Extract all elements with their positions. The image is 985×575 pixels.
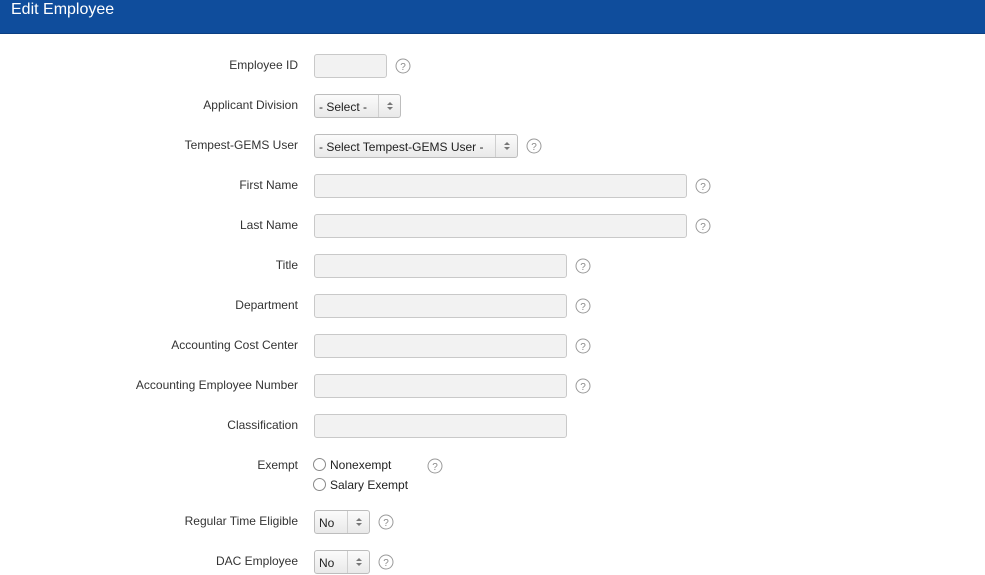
svg-text:?: ?	[580, 382, 586, 393]
employee-id-row: Employee ID ?	[0, 53, 985, 79]
svg-text:?: ?	[700, 222, 706, 233]
radio-nonexempt-label: Nonexempt	[330, 458, 392, 472]
tempest-user-label: Tempest-GEMS User	[184, 138, 298, 152]
title-row: Title ?	[0, 253, 985, 279]
tempest-user-select[interactable]: - Select Tempest-GEMS User -	[314, 134, 518, 158]
radio-salary-exempt-label: Salary Exempt	[330, 478, 409, 492]
classification-row: Classification	[0, 413, 985, 439]
first-name-label: First Name	[239, 178, 298, 192]
svg-text:?: ?	[580, 262, 586, 273]
help-icon[interactable]: ?	[575, 338, 591, 354]
tempest-user-selected: - Select Tempest-GEMS User -	[319, 140, 484, 154]
help-icon[interactable]: ?	[378, 554, 394, 570]
title-input[interactable]	[314, 254, 567, 278]
first-name-input[interactable]	[314, 174, 687, 198]
svg-text:?: ?	[580, 342, 586, 353]
help-icon[interactable]: ?	[526, 138, 542, 154]
department-label: Department	[235, 298, 298, 312]
classification-input[interactable]	[314, 414, 567, 438]
employee-number-label: Accounting Employee Number	[135, 378, 298, 392]
department-input[interactable]	[314, 294, 567, 318]
select-updown-arrow-icon	[347, 551, 369, 573]
select-updown-arrow-icon	[347, 511, 369, 533]
applicant-division-row: Applicant Division - Select -	[0, 93, 985, 119]
exempt-label: Exempt	[257, 458, 298, 472]
svg-text:?: ?	[432, 462, 438, 473]
employee-number-input[interactable]	[314, 374, 567, 398]
help-icon[interactable]: ?	[695, 218, 711, 234]
radio-button[interactable]	[313, 478, 326, 491]
page-header: Edit Employee	[0, 0, 985, 34]
employee-id-input[interactable]	[314, 54, 387, 78]
select-updown-arrow-icon	[378, 95, 400, 117]
help-icon[interactable]: ?	[427, 458, 443, 474]
svg-text:?: ?	[700, 182, 706, 193]
dac-employee-selected: No	[319, 556, 335, 570]
last-name-label: Last Name	[239, 218, 298, 232]
cost-center-input[interactable]	[314, 334, 567, 358]
help-icon[interactable]: ?	[575, 258, 591, 274]
help-icon[interactable]: ?	[575, 378, 591, 394]
employee-number-row: Accounting Employee Number ?	[0, 373, 985, 399]
svg-text:?: ?	[531, 142, 537, 153]
help-icon[interactable]: ?	[695, 178, 711, 194]
cost-center-label: Accounting Cost Center	[171, 338, 298, 352]
applicant-division-selected: - Select -	[319, 100, 368, 114]
svg-text:?: ?	[580, 302, 586, 313]
svg-text:?: ?	[383, 518, 389, 529]
applicant-division-label: Applicant Division	[203, 98, 298, 112]
help-icon[interactable]: ?	[575, 298, 591, 314]
last-name-row: Last Name ?	[0, 213, 985, 239]
dac-employee-select[interactable]: No	[314, 550, 370, 574]
department-row: Department ?	[0, 293, 985, 319]
title-label: Title	[275, 258, 298, 272]
help-icon[interactable]: ?	[395, 58, 411, 74]
first-name-row: First Name ?	[0, 173, 985, 199]
last-name-input[interactable]	[314, 214, 687, 238]
select-updown-arrow-icon	[495, 135, 517, 157]
tempest-user-row: Tempest-GEMS User - Select Tempest-GEMS …	[0, 133, 985, 159]
dac-employee-row: DAC Employee No ?	[0, 549, 985, 575]
regular-time-select[interactable]: No	[314, 510, 370, 534]
regular-time-selected: No	[319, 516, 335, 530]
regular-time-row: Regular Time Eligible No ?	[0, 509, 985, 535]
svg-text:?: ?	[400, 62, 406, 73]
employee-id-label: Employee ID	[229, 58, 298, 72]
regular-time-label: Regular Time Eligible	[184, 514, 298, 528]
dac-employee-label: DAC Employee	[215, 554, 298, 568]
classification-label: Classification	[227, 418, 298, 432]
help-icon[interactable]: ?	[378, 514, 394, 530]
exempt-row: Exempt Nonexempt Salary Exempt ?	[0, 453, 985, 495]
applicant-division-select[interactable]: - Select -	[314, 94, 401, 118]
page-title: Edit Employee	[11, 1, 115, 18]
cost-center-row: Accounting Cost Center ?	[0, 333, 985, 359]
radio-button[interactable]	[313, 458, 326, 471]
